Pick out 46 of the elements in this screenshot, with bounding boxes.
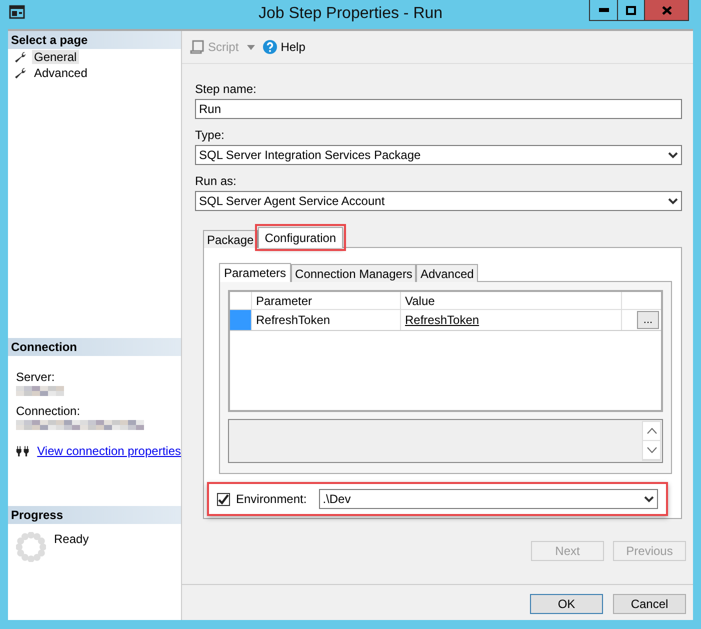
column-header: Parameter <box>252 292 401 309</box>
column-header: Value <box>401 292 622 309</box>
tab[interactable]: Package <box>203 230 258 248</box>
section-header: Progress <box>8 506 181 524</box>
wrench-icon <box>14 67 26 79</box>
help-button[interactable]: Help <box>262 40 306 54</box>
section-header: Select a page <box>8 31 181 49</box>
field-label: Connection: <box>16 404 82 418</box>
tab[interactable]: Advanced <box>416 264 478 282</box>
view-connection-link[interactable]: View connection properties <box>37 444 181 458</box>
table-cell[interactable]: RefreshToken <box>405 313 480 327</box>
checkbox[interactable] <box>217 492 230 506</box>
tab[interactable]: Connection Managers <box>291 264 416 282</box>
close-button[interactable] <box>644 0 688 20</box>
dropdown[interactable]: SQL Server Agent Service Account <box>195 191 682 211</box>
scroll-up-icon <box>646 428 656 434</box>
scroll-down-icon <box>646 447 656 453</box>
window-icon <box>9 5 25 19</box>
field-label: Server: <box>16 370 56 384</box>
tab[interactable]: Parameters <box>219 263 292 282</box>
maximize-icon <box>626 6 636 14</box>
field-label: Run as: <box>195 174 238 188</box>
section-header: Connection <box>8 338 181 356</box>
field-label: Type: <box>195 128 226 142</box>
sidebar-item[interactable]: General <box>32 50 79 64</box>
ok-button[interactable]: OK <box>530 594 603 614</box>
tab[interactable]: Configuration <box>258 227 344 248</box>
dropdown[interactable]: .\Dev <box>318 489 658 509</box>
wrench-icon <box>14 51 26 63</box>
plug-icon <box>16 445 30 457</box>
minimize-icon <box>598 8 608 12</box>
sidebar-item[interactable]: Advanced <box>32 66 90 80</box>
table-cell: RefreshToken <box>252 310 401 330</box>
close-icon <box>662 6 672 14</box>
cancel-button[interactable]: Cancel <box>613 594 686 614</box>
help-icon <box>262 40 277 54</box>
field-label: Step name: <box>195 82 258 96</box>
window-title: Job Step Properties - Run <box>258 5 443 22</box>
ellipsis-button[interactable]: ... <box>637 311 659 329</box>
caret-icon <box>246 44 255 50</box>
status-text: Ready <box>54 532 89 548</box>
text-field[interactable]: Run <box>195 99 682 119</box>
dropdown[interactable]: SQL Server Integration Services Package <box>195 145 682 165</box>
script-icon <box>190 40 204 54</box>
field-label: Environment: <box>236 492 307 506</box>
spinner-icon <box>16 532 46 562</box>
